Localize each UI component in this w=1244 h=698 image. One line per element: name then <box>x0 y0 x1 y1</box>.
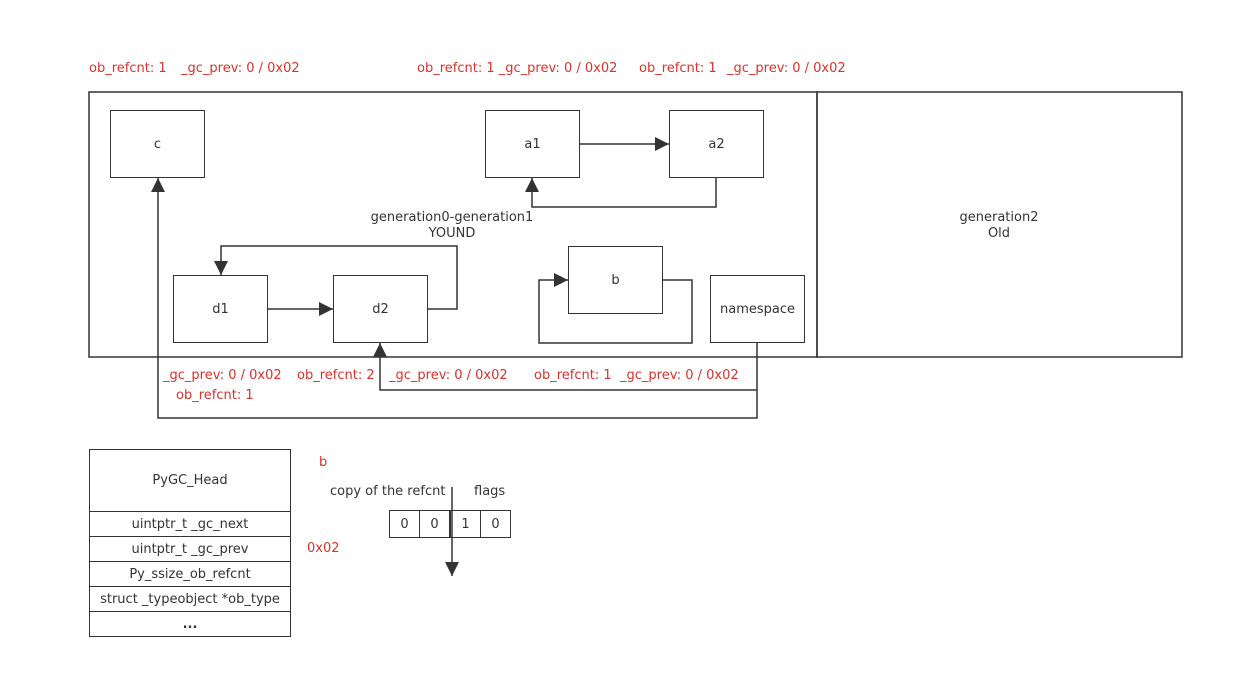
annotation-d2-refcnt: ob_refcnt: 2 <box>297 368 375 383</box>
annotation-a2-gc-prev: _gc_prev: 0 / 0x02 <box>727 61 846 76</box>
bits-flags-label: flags <box>474 484 506 499</box>
annotation-b-refcnt: ob_refcnt: 1 <box>534 368 612 383</box>
node-c: c <box>110 110 205 178</box>
annotation-d2-gc-prev: _gc_prev: 0 / 0x02 <box>389 368 508 383</box>
pygc-head-row-ob-type-text: struct _typeobject *ob_type <box>100 591 280 607</box>
annotation-d1-gc-prev: _gc_prev: 0 / 0x02 <box>163 368 282 383</box>
node-d1-label: d1 <box>212 301 229 317</box>
bit-cell: 1 <box>450 510 481 538</box>
pygc-head-row-ellipsis-text: ... <box>182 616 198 632</box>
annotation-c-refcnt: ob_refcnt: 1 <box>89 61 167 76</box>
pygc-head-row-ob-type: struct _typeobject *ob_type <box>89 586 291 612</box>
bits-refcnt-label: copy of the refcnt <box>330 484 446 499</box>
bit-cell: 0 <box>419 510 450 538</box>
node-b: b <box>568 246 663 314</box>
node-namespace-label: namespace <box>719 301 795 317</box>
annotation-a2-refcnt: ob_refcnt: 1 <box>639 61 717 76</box>
bits-object-label: b <box>319 455 328 470</box>
bit-cell-value: 1 <box>461 516 470 532</box>
annotation-c-gc-prev: _gc_prev: 0 / 0x02 <box>181 61 300 76</box>
old-generation-label-line2: Old <box>987 226 1011 241</box>
bit-cell: 0 <box>480 510 511 538</box>
old-generation-label: generation2 Old <box>960 210 1039 242</box>
bit-cell-value: 0 <box>430 516 439 532</box>
node-c-label: c <box>153 136 162 152</box>
bit-cell-value: 0 <box>400 516 409 532</box>
pygc-head-row-refcnt: Py_ssize_ob_refcnt <box>89 561 291 587</box>
pygc-head-row-gc-prev: uintptr_t _gc_prev <box>89 536 291 562</box>
old-generation-label-line1: generation2 <box>959 210 1039 225</box>
pygc-head-row-gc-next-text: uintptr_t _gc_next <box>131 516 249 532</box>
pygc-head-row-gc-prev-text: uintptr_t _gc_prev <box>131 541 249 557</box>
pygc-head-title-text: PyGC_Head <box>152 473 228 488</box>
node-a2: a2 <box>669 110 764 178</box>
pygc-head-row-ellipsis: ... <box>89 611 291 637</box>
node-a2-label: a2 <box>708 136 725 152</box>
node-d1: d1 <box>173 275 268 343</box>
pygc-head-row-gc-next: uintptr_t _gc_next <box>89 511 291 537</box>
young-generation-label: generation0-generation1 YOUND <box>371 210 534 242</box>
annotation-d1-refcnt: ob_refcnt: 1 <box>176 388 254 403</box>
node-a1: a1 <box>485 110 580 178</box>
pygc-head-row-refcnt-text: Py_ssize_ob_refcnt <box>129 566 251 582</box>
young-generation-label-line2: YOUND <box>428 226 476 241</box>
annotation-b-gc-prev: _gc_prev: 0 / 0x02 <box>620 368 739 383</box>
gc-prev-value: 0x02 <box>307 541 340 556</box>
edge-a2-a1 <box>525 177 717 208</box>
node-d2: d2 <box>333 275 428 343</box>
node-d2-label: d2 <box>372 301 389 317</box>
node-namespace: namespace <box>710 275 805 343</box>
young-generation-label-line1: generation0-generation1 <box>370 210 534 225</box>
annotation-a1-refcnt-gc-prev: ob_refcnt: 1 _gc_prev: 0 / 0x02 <box>417 61 618 76</box>
bit-cell: 0 <box>389 510 420 538</box>
bit-cell-value: 0 <box>491 516 500 532</box>
node-a1-label: a1 <box>524 136 541 152</box>
node-b-label: b <box>611 272 620 288</box>
pygc-head-title: PyGC_Head <box>89 449 291 512</box>
